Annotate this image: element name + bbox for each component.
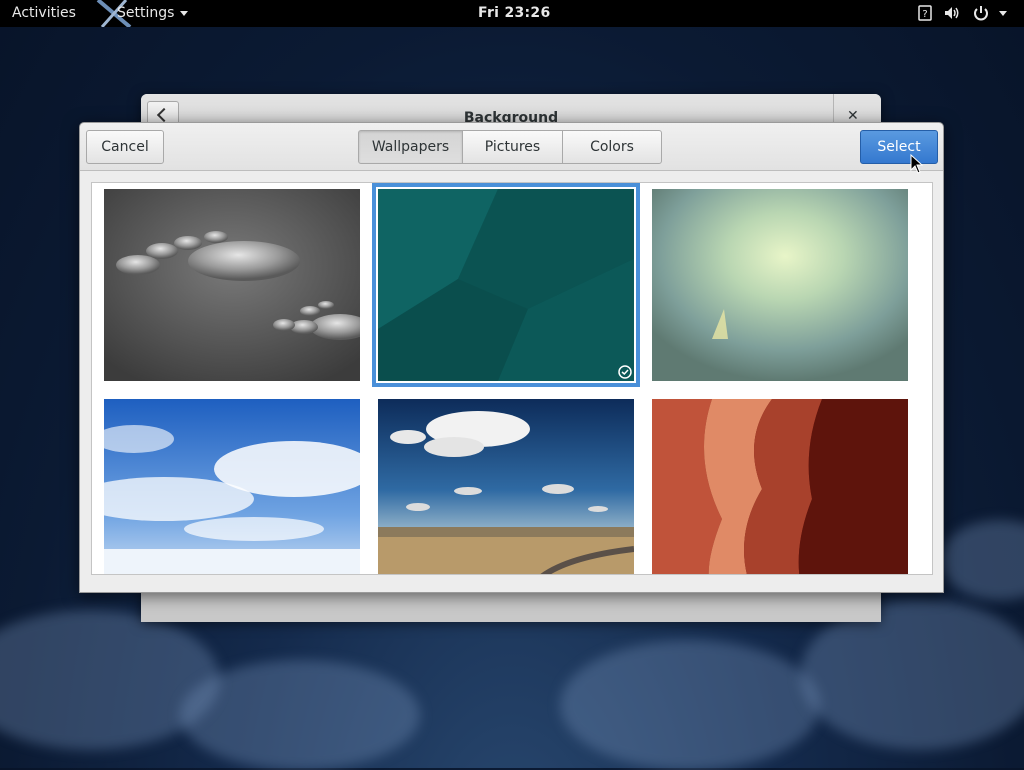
settings-window-bottom	[141, 593, 881, 622]
wallpaper-thumbnail-light-glow[interactable]	[652, 189, 908, 381]
water-drops-image	[104, 189, 360, 381]
wallpaper-thumbnail-blue-sky[interactable]	[104, 399, 360, 574]
accessibility-icon[interactable]: ?	[916, 4, 934, 22]
tab-wallpapers[interactable]: Wallpapers	[358, 130, 463, 164]
wallpaper-grid	[91, 182, 933, 575]
tab-colors[interactable]: Colors	[562, 130, 662, 164]
clock[interactable]: Fri 23:26	[478, 5, 551, 21]
desktop-cloud	[800, 600, 1024, 750]
desert-road-image	[378, 399, 634, 574]
blue-sky-clouds-image	[104, 399, 360, 574]
desktop-cloud	[940, 520, 1024, 600]
selection-highlight	[372, 183, 640, 387]
mouse-cursor-icon	[910, 154, 924, 174]
dialog-headerbar: Cancel Wallpapers Pictures Colors Select	[80, 123, 943, 171]
top-bar: Activities Settings Fri 23:26 ?	[0, 0, 1024, 27]
svg-text:?: ?	[922, 9, 927, 20]
power-icon[interactable]	[972, 4, 990, 22]
app-menu-label: Settings	[117, 5, 175, 21]
tab-pictures[interactable]: Pictures	[462, 130, 563, 164]
chevron-down-icon	[180, 11, 188, 16]
desktop-cloud	[560, 640, 820, 770]
select-button[interactable]: Select	[860, 130, 938, 164]
chevron-down-icon[interactable]	[999, 11, 1007, 16]
selected-check-icon	[618, 365, 632, 379]
desktop-cloud	[180, 660, 420, 770]
app-menu[interactable]: Settings	[96, 0, 192, 27]
wallpaper-thumbnail-water-drops[interactable]	[104, 189, 360, 381]
cancel-button[interactable]: Cancel	[86, 130, 164, 164]
volume-icon[interactable]	[943, 4, 961, 22]
wallpaper-thumbnail-teal-texture[interactable]	[372, 183, 640, 387]
source-switcher: Wallpapers Pictures Colors	[358, 130, 662, 164]
wallpaper-thumbnail-desert-road[interactable]	[378, 399, 634, 574]
red-canyon-image	[652, 399, 908, 574]
wallpaper-thumbnail-red-canyon[interactable]	[652, 399, 908, 574]
activities-button[interactable]: Activities	[12, 5, 76, 21]
background-chooser-dialog: Cancel Wallpapers Pictures Colors Select	[79, 122, 944, 593]
light-glow-image	[652, 189, 908, 381]
